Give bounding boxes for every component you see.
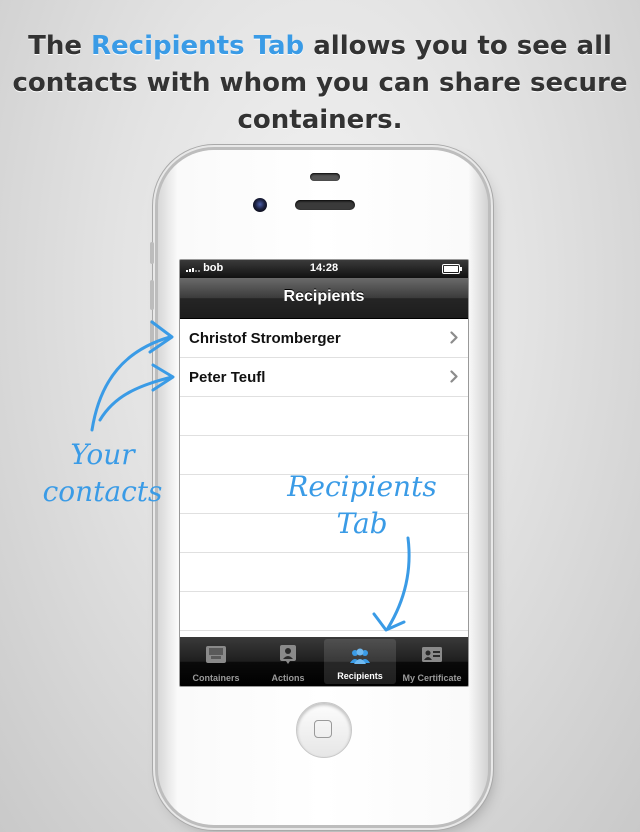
- annotation-line: Tab: [336, 507, 388, 540]
- status-time: 14:28: [309, 262, 339, 274]
- annotation-recipients-tab: Recipients Tab: [272, 470, 452, 540]
- tab-label: My Certificate: [402, 673, 462, 683]
- nav-title: Recipients: [283, 288, 365, 305]
- navigation-bar: Recipients: [180, 278, 468, 319]
- front-camera-icon: [253, 198, 267, 212]
- tab-my-certificate[interactable]: My Certificate: [396, 637, 468, 686]
- tab-containers[interactable]: Containers: [180, 637, 252, 686]
- contact-name: Christof Stromberger: [189, 330, 341, 347]
- contact-name: Peter Teufl: [189, 369, 266, 386]
- tray-icon: [206, 646, 226, 663]
- chevron-right-icon: [450, 331, 458, 344]
- person-share-icon: [280, 645, 296, 664]
- volume-up-button: [150, 280, 154, 310]
- annotation-your-contacts: Your contacts: [35, 438, 170, 508]
- home-button[interactable]: [296, 702, 352, 758]
- contact-row[interactable]: Peter Teufl: [180, 358, 468, 397]
- people-icon: [350, 648, 370, 664]
- earpiece-slot: [295, 200, 355, 210]
- tab-bar: Containers Actions Recipients My Certifi…: [180, 637, 468, 686]
- chevron-right-icon: [450, 370, 458, 383]
- headline-highlight: Recipients Tab: [91, 31, 305, 61]
- annotation-line: Your: [70, 438, 135, 471]
- home-square-icon: [314, 720, 332, 738]
- tab-label: Containers: [192, 673, 240, 683]
- tab-label: Recipients: [337, 671, 383, 681]
- headline: The Recipients Tab allows you to see all…: [0, 28, 640, 139]
- battery-icon: [442, 264, 462, 274]
- earpiece-speaker: [310, 173, 340, 181]
- tab-recipients[interactable]: Recipients: [324, 639, 396, 684]
- annotation-line: Recipients: [287, 470, 437, 503]
- tab-actions[interactable]: Actions: [252, 637, 324, 686]
- contact-row[interactable]: Christof Stromberger: [180, 319, 468, 358]
- volume-down-button: [150, 320, 154, 350]
- status-bar: bob 14:28: [180, 260, 468, 278]
- id-card-icon: [422, 647, 442, 662]
- headline-before: The: [28, 31, 92, 61]
- mute-switch: [150, 242, 154, 264]
- tab-label: Actions: [271, 673, 305, 683]
- annotation-line: contacts: [42, 475, 163, 508]
